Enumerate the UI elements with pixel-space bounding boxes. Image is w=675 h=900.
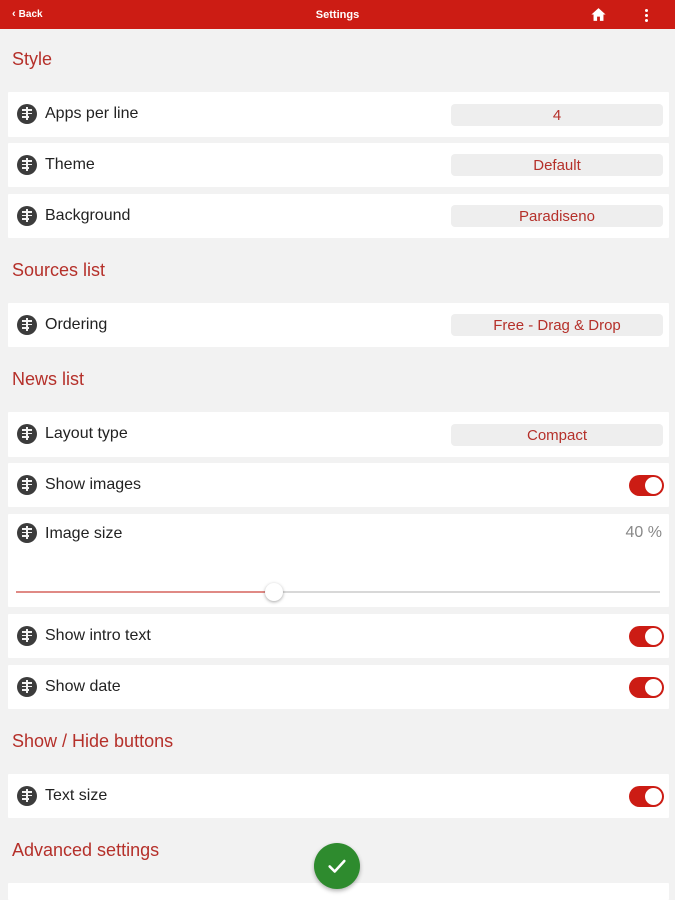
settings-list-icon xyxy=(17,104,37,124)
settings-list-icon xyxy=(17,155,37,175)
setting-label: Apps per line xyxy=(45,105,139,122)
settings-list-icon xyxy=(17,424,37,444)
top-app-bar: ‹ Back Settings xyxy=(0,0,675,29)
more-options-button[interactable] xyxy=(636,5,656,25)
settings-list-icon xyxy=(17,677,37,697)
section-title-news-list: News list xyxy=(12,369,85,389)
slider-fill xyxy=(16,591,274,593)
setting-label: Show date xyxy=(45,678,121,695)
settings-list-icon xyxy=(17,475,37,495)
back-label: Back xyxy=(18,9,43,20)
setting-row-show-intro-text: Show intro text xyxy=(8,614,669,658)
setting-row-image-size: Image size 40 % xyxy=(8,514,669,607)
slider-thumb[interactable] xyxy=(264,583,283,601)
image-size-slider[interactable] xyxy=(16,583,660,601)
chevron-left-icon: ‹ xyxy=(12,8,16,20)
settings-list-icon xyxy=(17,315,37,335)
setting-row-ordering: Ordering Free - Drag & Drop xyxy=(8,303,669,347)
show-intro-text-toggle[interactable] xyxy=(629,626,664,647)
setting-row-background: Background Paradiseno xyxy=(8,194,669,238)
ordering-select[interactable]: Free - Drag & Drop xyxy=(451,314,663,336)
show-date-toggle[interactable] xyxy=(629,677,664,698)
text-size-toggle[interactable] xyxy=(629,786,664,807)
settings-list-icon xyxy=(17,206,37,226)
settings-list-icon xyxy=(17,523,37,543)
section-title-style: Style xyxy=(12,49,53,69)
image-size-value: 40 % xyxy=(625,524,662,541)
show-images-toggle[interactable] xyxy=(629,475,664,496)
settings-list-icon xyxy=(17,626,37,646)
setting-label: Layout type xyxy=(45,425,128,442)
confirm-fab[interactable] xyxy=(314,843,360,889)
home-button[interactable] xyxy=(590,6,607,23)
setting-row-theme: Theme Default xyxy=(8,143,669,187)
settings-list-icon xyxy=(17,786,37,806)
background-select[interactable]: Paradiseno xyxy=(451,205,663,227)
section-title-sources-list: Sources list xyxy=(12,260,106,280)
setting-label: Theme xyxy=(45,156,95,173)
theme-select[interactable]: Default xyxy=(451,154,663,176)
check-icon xyxy=(328,859,346,873)
setting-row-apps-per-line: Apps per line 4 xyxy=(8,92,669,137)
home-icon xyxy=(591,8,606,21)
setting-label: Show intro text xyxy=(45,627,151,644)
back-button[interactable]: ‹ Back xyxy=(12,0,43,29)
layout-type-select[interactable]: Compact xyxy=(451,424,663,446)
section-title-advanced-settings: Advanced settings xyxy=(12,840,160,860)
setting-label: Image size xyxy=(45,525,123,542)
setting-row-show-images: Show images xyxy=(8,463,669,507)
more-vert-icon xyxy=(644,8,648,12)
setting-row-layout-type: Layout type Compact xyxy=(8,412,669,457)
page-title: Settings xyxy=(315,8,360,21)
setting-label: Background xyxy=(45,207,131,224)
section-title-show-hide-buttons: Show / Hide buttons xyxy=(12,731,174,751)
setting-label: Show images xyxy=(45,476,142,493)
settings-screen: ‹ Back Settings Style Apps per line 4 Th… xyxy=(0,0,675,900)
apps-per-line-select[interactable]: 4 xyxy=(451,104,663,126)
setting-label: Text size xyxy=(45,787,108,804)
setting-row-show-date: Show date xyxy=(8,665,669,709)
setting-label: Ordering xyxy=(45,316,108,333)
setting-row-text-size: Text size xyxy=(8,774,669,818)
